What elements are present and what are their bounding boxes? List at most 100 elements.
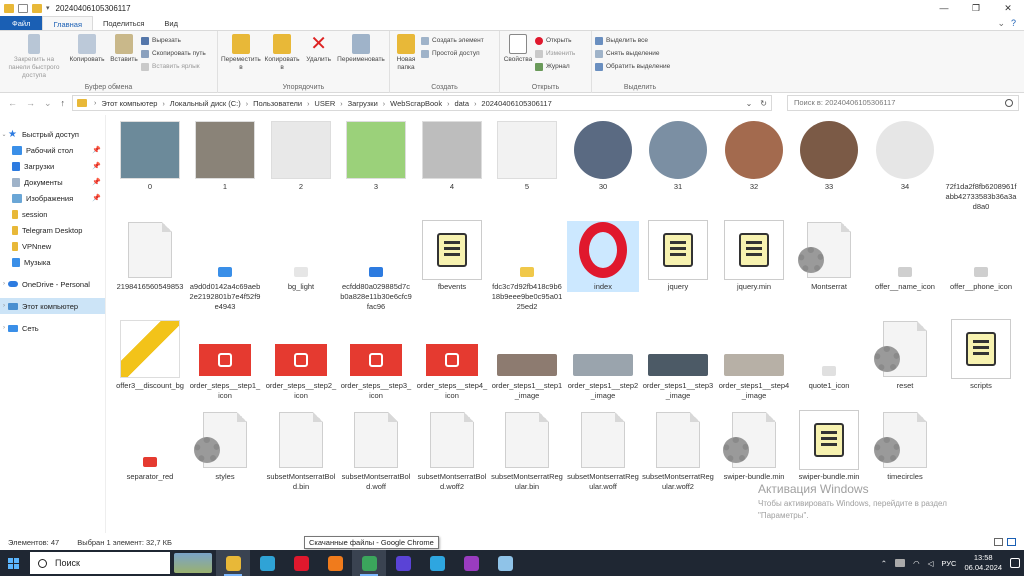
properties-qa-icon[interactable]: [18, 3, 28, 13]
language-indicator[interactable]: РУС: [941, 559, 956, 568]
select-all-button[interactable]: Выделить все: [595, 35, 670, 46]
tab-file[interactable]: Файл: [0, 16, 43, 30]
tab-view[interactable]: Вид: [154, 16, 188, 30]
open-button[interactable]: Открыть: [535, 35, 575, 46]
rename-button[interactable]: Переименовать: [336, 34, 386, 64]
edit-button[interactable]: Изменить: [535, 48, 575, 59]
file-item[interactable]: index: [567, 221, 639, 292]
breadcrumb-separator-icon[interactable]: ›: [159, 101, 167, 108]
recent-chevron-icon[interactable]: ⌄: [44, 98, 52, 109]
move-to-button[interactable]: Переместить в: [221, 34, 261, 72]
file-item[interactable]: styles: [189, 411, 261, 482]
taskbar-firefox-icon[interactable]: [318, 550, 352, 576]
breadcrumb-item[interactable]: Загрузки: [346, 99, 380, 108]
start-button[interactable]: [0, 550, 26, 576]
easy-access-button[interactable]: Простой доступ: [421, 48, 484, 59]
refresh-icon[interactable]: ↻: [760, 99, 767, 108]
copy-to-button[interactable]: Копировать в: [263, 34, 301, 72]
taskbar-widget[interactable]: [170, 550, 216, 576]
forward-arrow-icon[interactable]: →: [26, 98, 35, 109]
file-item[interactable]: bg_light: [265, 221, 337, 292]
file-item[interactable]: Montserrat: [793, 221, 865, 292]
nav-item-pictures[interactable]: Изображения 📌: [12, 190, 105, 206]
file-item[interactable]: 31: [642, 121, 714, 192]
breadcrumb-separator-icon[interactable]: ›: [380, 101, 388, 108]
paste-shortcut-button[interactable]: Вставить ярлык: [141, 61, 206, 72]
taskbar-opera-icon[interactable]: [284, 550, 318, 576]
file-item[interactable]: subsetMontserratRegular.woff2: [642, 411, 714, 492]
file-item[interactable]: order_steps1__step4_image: [718, 320, 790, 401]
invert-selection-button[interactable]: Обратить выделение: [595, 61, 670, 72]
tray-chevron-icon[interactable]: ⌃: [881, 559, 887, 568]
pin-quick-access-button[interactable]: Закрепить на панели быстрого доступа: [3, 34, 65, 80]
file-item[interactable]: quote1_icon: [793, 320, 865, 391]
breadcrumb-separator-icon[interactable]: ›: [337, 101, 345, 108]
close-button[interactable]: ✕: [992, 0, 1024, 16]
nav-item-downloads[interactable]: Загрузки 📌: [12, 158, 105, 174]
minimize-button[interactable]: —: [928, 0, 960, 16]
breadcrumb-item[interactable]: Локальный диск (C:): [168, 99, 243, 108]
nav-item-music[interactable]: Музыка: [12, 254, 105, 270]
nav-quick-access[interactable]: ⌄ ★ Быстрый доступ: [0, 126, 105, 142]
nav-this-pc[interactable]: › Этот компьютер: [0, 298, 105, 314]
file-item[interactable]: offer__name_icon: [869, 221, 941, 292]
clock[interactable]: 13:58 06.04.2024: [964, 553, 1002, 573]
file-item[interactable]: offer__phone_icon: [945, 221, 1017, 292]
nav-network[interactable]: › Сеть: [0, 320, 105, 336]
taskbar-search[interactable]: Поиск: [30, 552, 170, 574]
copy-path-button[interactable]: Скопировать путь: [141, 48, 206, 59]
file-item[interactable]: subsetMontserratBold.woff: [340, 411, 412, 492]
file-item[interactable]: fdc3c7d92fb418c9b618b9eee9be0c95a0125ed2: [491, 221, 563, 312]
file-item[interactable]: swiper-bundle.min: [793, 410, 865, 482]
file-item[interactable]: 32: [718, 121, 790, 192]
taskbar-notepad-icon[interactable]: [488, 550, 522, 576]
chevron-down-icon[interactable]: ⌄: [0, 131, 8, 138]
tab-home[interactable]: Главная: [42, 16, 93, 30]
paste-button[interactable]: Вставить: [109, 34, 139, 64]
copy-button[interactable]: Копировать: [67, 34, 107, 64]
breadcrumb-item[interactable]: Пользователи: [251, 99, 304, 108]
file-item[interactable]: 4: [416, 121, 488, 192]
file-item[interactable]: 33: [793, 121, 865, 192]
file-item[interactable]: ecfdd80a029885d7cb0a828e11b30e6cfc9fac96: [340, 221, 412, 312]
nav-item-telegram[interactable]: Telegram Desktop: [12, 222, 105, 238]
chevron-down-icon[interactable]: ⌄: [746, 99, 753, 108]
chevron-right-icon[interactable]: ›: [0, 303, 8, 309]
new-folder-button[interactable]: Новая папка: [393, 34, 419, 72]
chevron-down-icon[interactable]: ▾: [46, 4, 50, 12]
nav-item-desktop[interactable]: Рабочий стол 📌: [12, 142, 105, 158]
address-bar[interactable]: › Этот компьютер › Локальный диск (C:) › Пол…: [72, 95, 772, 111]
file-item[interactable]: jquery.min: [718, 220, 790, 292]
file-item[interactable]: subsetMontserratBold.bin: [265, 411, 337, 492]
file-item[interactable]: order_steps1__step2_image: [567, 320, 639, 401]
file-item[interactable]: fbevents: [416, 220, 488, 292]
chevron-down-icon[interactable]: ⌄: [997, 18, 1005, 29]
file-item[interactable]: order_steps1__step3_image: [642, 320, 714, 401]
taskbar-adm-icon[interactable]: [454, 550, 488, 576]
chevron-right-icon[interactable]: ›: [0, 281, 8, 287]
file-item[interactable]: subsetMontserratBold.woff2: [416, 411, 488, 492]
taskbar-telegram-icon[interactable]: [420, 550, 454, 576]
nav-item-documents[interactable]: Документы 📌: [12, 174, 105, 190]
file-item[interactable]: swiper-bundle.min: [718, 411, 790, 482]
file-item[interactable]: order_steps__step1_icon: [189, 320, 261, 401]
cut-button[interactable]: Вырезать: [141, 35, 206, 46]
breadcrumb-item[interactable]: data: [452, 99, 471, 108]
chevron-right-icon[interactable]: ›: [0, 325, 8, 331]
notifications-icon[interactable]: [1010, 558, 1020, 568]
file-item[interactable]: a9d0d0142a4c69aeb2e2192801b7e4f52f9e4943: [189, 221, 261, 312]
new-item-button[interactable]: Создать элемент: [421, 35, 484, 46]
nav-item-session[interactable]: session: [12, 206, 105, 222]
breadcrumb-item[interactable]: Этот компьютер: [99, 99, 159, 108]
new-folder-qa-icon[interactable]: [32, 3, 42, 13]
breadcrumb-separator-icon[interactable]: ›: [243, 101, 251, 108]
file-item[interactable]: 0: [114, 121, 186, 192]
file-item[interactable]: 72f1da2f8fb6208961fabb42733583b36a3ad8a0: [945, 121, 1017, 212]
file-item[interactable]: order_steps__step2_icon: [265, 320, 337, 401]
file-item[interactable]: reset: [869, 320, 941, 391]
file-item[interactable]: separator_red: [114, 411, 186, 482]
breadcrumb-item[interactable]: USER: [312, 99, 337, 108]
up-arrow-icon[interactable]: ↑: [61, 98, 66, 109]
file-item[interactable]: timecircles: [869, 411, 941, 482]
volume-icon[interactable]: ◁: [928, 559, 934, 568]
